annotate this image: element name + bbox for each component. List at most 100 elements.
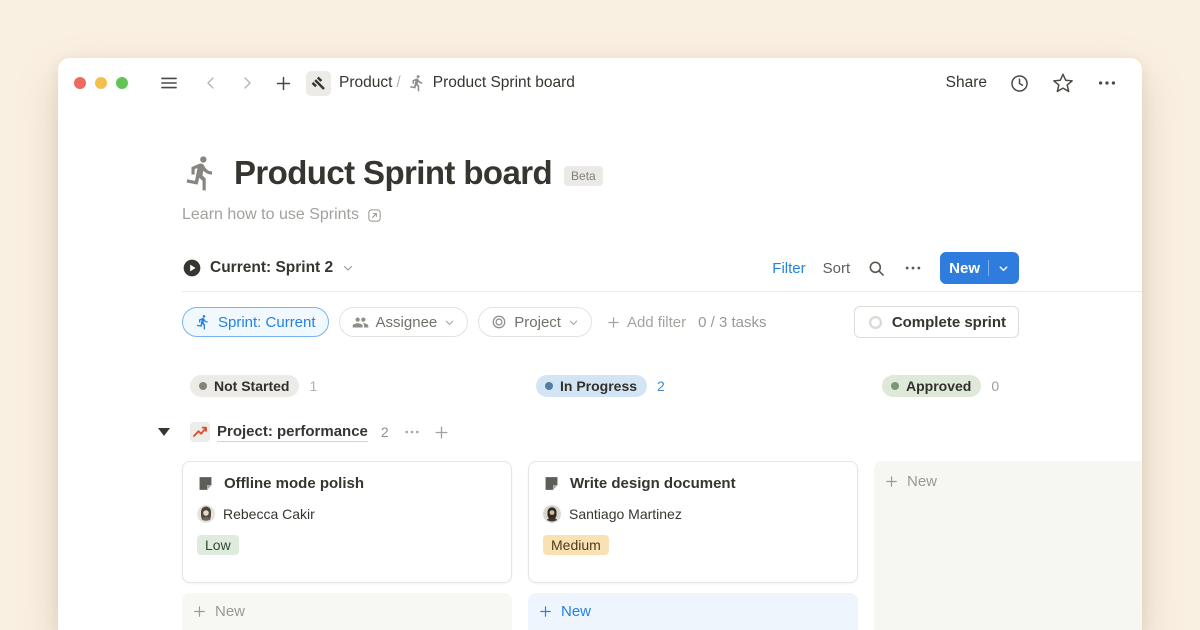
new-button-divider [988,260,989,276]
chevron-right-icon [238,74,256,92]
assignee-filter-chip[interactable]: Assignee [339,307,469,337]
back-button[interactable] [198,70,224,96]
more-options-icon[interactable] [1096,72,1118,94]
new-button-label: New [949,260,980,277]
group-header: Project: performance 2 [158,418,1142,446]
avatar [197,505,215,523]
collapse-triangle-icon[interactable] [158,428,170,436]
zoom-window-button[interactable] [116,77,128,89]
help-link-label: Learn how to use Sprints [182,206,359,224]
external-link-icon [366,207,383,224]
filter-button[interactable]: Filter [772,260,805,277]
status-pill-not-started[interactable]: Not Started [190,375,299,397]
status-pill-approved[interactable]: Approved [882,375,981,397]
breadcrumb-current[interactable]: Product Sprint board [433,74,575,92]
column-footer-not-started[interactable]: New [182,593,512,630]
people-icon [352,314,369,331]
chevron-down-icon [568,317,579,328]
column-header-in-progress[interactable]: In Progress 2 [528,368,858,404]
sprint-filter-label: Sprint: Current [218,314,316,331]
new-card-label: New [561,603,591,620]
filter-bar: Sprint: Current Assignee Project [182,306,1019,338]
project-filter-chip[interactable]: Project [478,307,592,337]
status-header-row: Not Started 1 In Progress 2 Approved [182,368,1142,404]
priority-tag: Medium [543,535,609,555]
status-label: In Progress [560,378,637,394]
chevron-down-icon[interactable] [997,262,1010,275]
share-button[interactable]: Share [946,74,987,92]
progress-ring-icon [867,314,884,331]
column-in-progress: Write design document [528,461,858,630]
view-toolbar: Current: Sprint 2 Filter Sort New [182,252,1019,284]
breadcrumb-separator: / [396,74,400,92]
breadcrumb-workspace-icon-chip[interactable] [306,71,331,96]
task-card[interactable]: Offline mode polish [182,461,512,583]
new-page-button[interactable] [270,70,296,96]
plus-icon [538,604,553,619]
page-title: Product Sprint board [234,154,552,192]
page-runner-icon[interactable] [182,154,220,192]
plus-icon [192,604,207,619]
sort-button[interactable]: Sort [823,260,851,277]
window-controls [74,77,128,89]
add-filter-button[interactable]: Add filter [606,314,686,331]
view-options-icon[interactable] [903,258,923,278]
view-switcher[interactable]: Current: Sprint 2 [182,258,355,278]
assignee-name: Santiago Martinez [569,506,682,522]
sprint-filter-chip[interactable]: Sprint: Current [182,307,329,337]
card-title: Offline mode polish [224,475,364,492]
empty-column-panel[interactable]: New [874,461,1142,630]
plus-icon [274,74,293,93]
play-circle-icon [182,258,202,278]
status-label: Not Started [214,378,289,394]
close-window-button[interactable] [74,77,86,89]
sidebar-menu-button[interactable] [156,70,182,96]
star-icon[interactable] [1052,72,1074,94]
chart-increasing-icon [190,422,210,442]
forward-button[interactable] [234,70,260,96]
column-header-not-started[interactable]: Not Started 1 [182,368,512,404]
chevron-left-icon [202,74,220,92]
assignee-filter-label: Assignee [376,314,438,331]
search-icon[interactable] [867,259,886,278]
breadcrumb-parent[interactable]: Product [339,74,392,92]
status-dot [199,382,207,390]
card-title: Write design document [570,475,736,492]
priority-tag: Low [197,535,239,555]
beta-badge: Beta [564,166,603,186]
card-assignee: Rebecca Cakir [197,505,497,523]
assignee-name: Rebecca Cakir [223,506,315,522]
cards-row: Offline mode polish [182,461,1142,630]
app-window: Product / Product Sprint board Share [58,58,1142,630]
group-add-icon[interactable] [433,424,450,441]
status-count: 0 [991,378,999,394]
group-options-icon[interactable] [403,423,421,441]
clock-icon[interactable] [1009,73,1030,94]
new-card-label: New [907,473,937,490]
tasks-counter: 0 / 3 tasks [698,314,766,331]
view-label: Current: Sprint 2 [210,259,333,277]
target-icon [491,314,507,330]
sprint-board: Not Started 1 In Progress 2 Approved [182,368,1142,630]
column-not-started: Offline mode polish [182,461,512,630]
task-card[interactable]: Write design document [528,461,858,583]
group-title[interactable]: Project: performance [217,423,368,442]
new-button[interactable]: New [940,252,1019,284]
status-count: 1 [309,378,317,394]
group-count: 2 [381,424,389,440]
status-pill-in-progress[interactable]: In Progress [536,375,647,397]
complete-sprint-label: Complete sprint [892,314,1006,331]
column-header-approved[interactable]: Approved 0 [874,368,1142,404]
toolbar-divider [182,291,1142,292]
project-filter-label: Project [514,314,561,331]
hamburger-icon [159,73,179,93]
status-count: 2 [657,378,665,394]
plus-icon [606,315,621,330]
complete-sprint-button[interactable]: Complete sprint [854,306,1019,338]
column-footer-in-progress[interactable]: New [528,593,858,630]
column-approved: New [874,461,1142,630]
runner-icon [195,314,211,330]
minimize-window-button[interactable] [95,77,107,89]
window-topbar: Product / Product Sprint board Share [58,58,1142,108]
help-link[interactable]: Learn how to use Sprints [182,206,1142,224]
